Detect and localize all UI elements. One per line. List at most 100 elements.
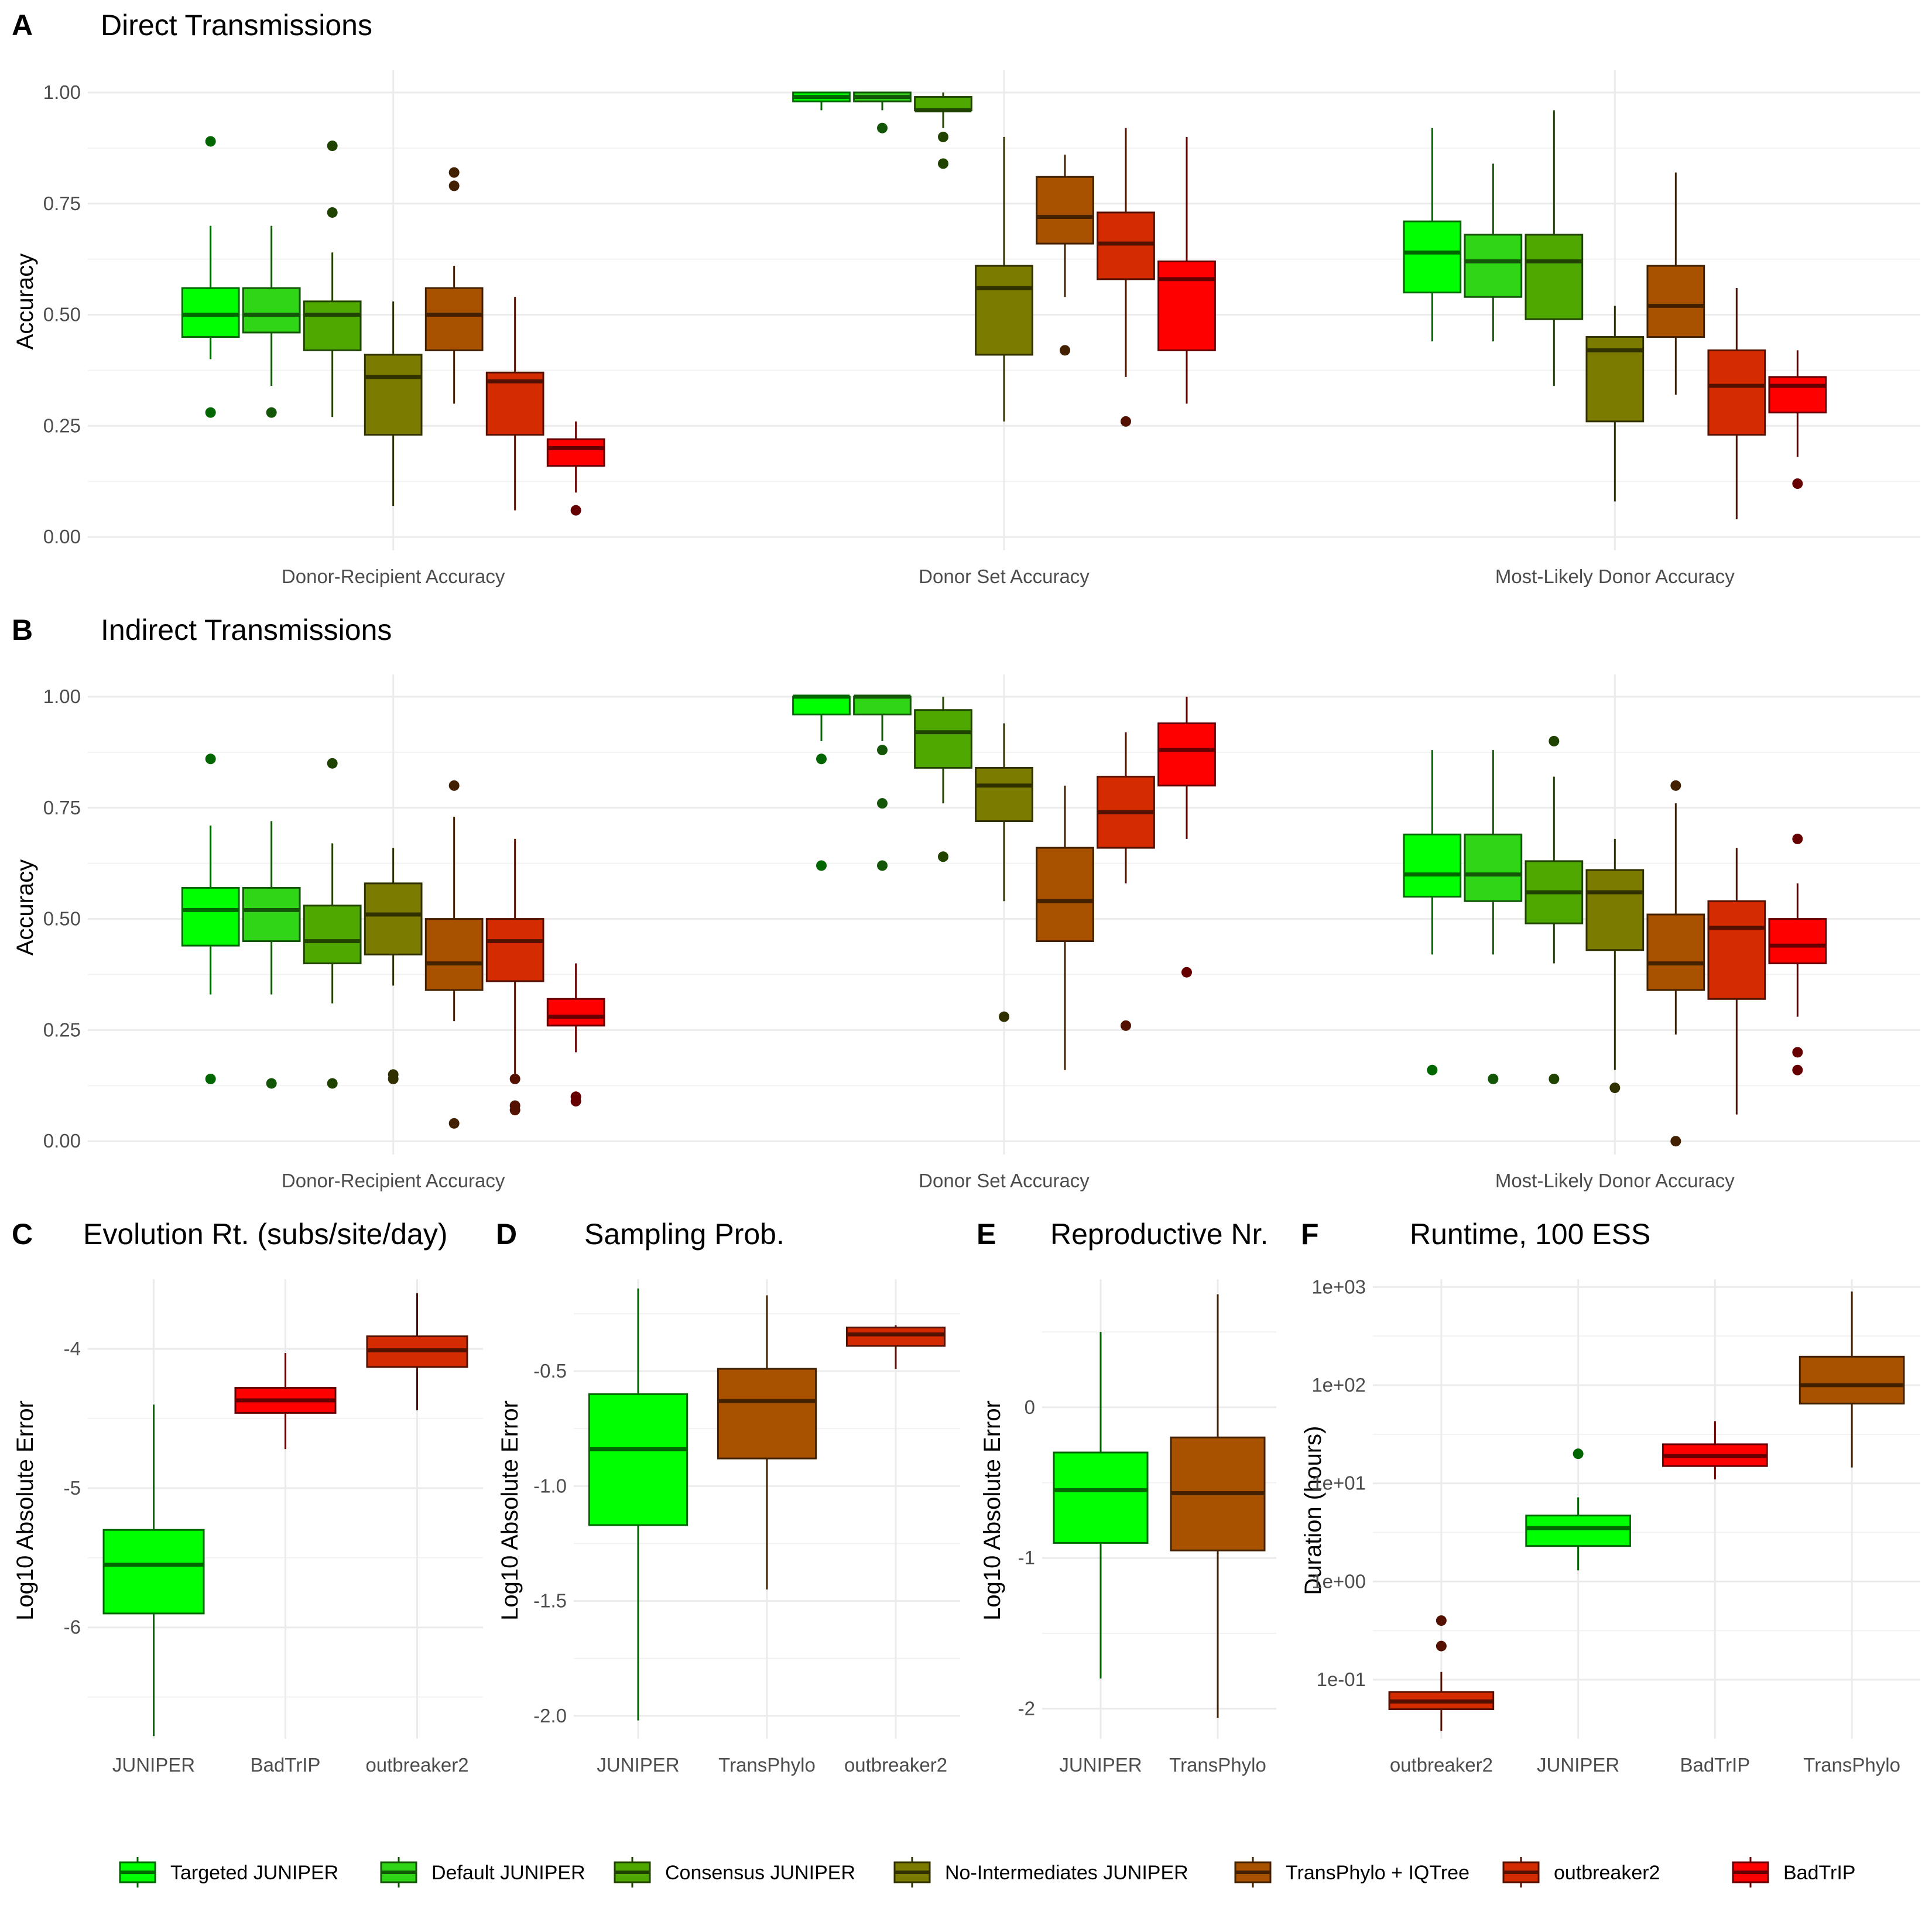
panel-c-badtrip-box-plot [234, 1353, 337, 1450]
legend-label-badtrip: BadTrIP [1783, 1862, 1855, 1884]
panel-b-most-likely-donor-accuracy-outbreaker2-box [1707, 900, 1766, 1000]
panel-a-ytick-label: 1.00 [43, 81, 81, 103]
panel-f-transphylo-box-plot-box [1799, 1355, 1905, 1405]
panel-b-donor-set-accuracy-transphylo-iqtree-box [1036, 847, 1094, 943]
panel-a-donor-set-accuracy-consensus-juniper-outlier-1 [938, 131, 948, 142]
panel-d-xtick-label: JUNIPER [597, 1754, 679, 1776]
panel-a-donor-set-accuracy-outbreaker2-outlier-1 [1121, 416, 1131, 427]
panel-b-donor-set-accuracy-badtrip-box [1157, 722, 1216, 787]
panel-e-transphylo-box-plot [1170, 1294, 1266, 1718]
panel-c: C Evolution Rt. (subs/site/day) Log10 Ab… [12, 1218, 483, 1776]
panel-e-ytick-label: -2 [1018, 1698, 1035, 1719]
panel-b-donor-recipient-accuracy-consensus-juniper-box [303, 905, 362, 965]
panel-b-most-likely-donor-accuracy-outbreaker2 [1707, 848, 1766, 1115]
panel-e-ylabel: Log10 Absolute Error [979, 1400, 1005, 1621]
panel-b-donor-recipient-accuracy-targeted-juniper-outlier-1 [205, 753, 216, 765]
panel-b-most-likely-donor-accuracy-transphylo-iqtree-outlier-1 [1670, 780, 1681, 791]
panel-a-ylabel: Accuracy [12, 254, 38, 350]
panel-b-most-likely-donor-accuracy-no-intermediates-juniper [1585, 838, 1645, 1094]
panel-a-donor-set-accuracy-outbreaker2-box [1097, 211, 1155, 280]
panel-f-ylabel: Duration (hours) [1300, 1426, 1326, 1595]
panel-b-donor-set-accuracy-transphylo-iqtree [1036, 785, 1094, 1070]
panel-d-ytick-label: -1.0 [533, 1475, 567, 1496]
panel-c-ytick-label: -4 [64, 1338, 81, 1359]
panel-b-donor-recipient-accuracy-badtrip [546, 963, 605, 1107]
panel-b-most-likely-donor-accuracy-badtrip [1768, 833, 1827, 1075]
panel-b-ytick-label: 0.00 [43, 1130, 81, 1152]
panel-e-xtick-label: JUNIPER [1059, 1754, 1142, 1776]
legend-key-transphylo-iqtree [1234, 1857, 1272, 1888]
panel-a-donor-recipient-accuracy-default-juniper [242, 225, 301, 418]
panel-a-donor-recipient-accuracy-outbreaker2 [485, 297, 544, 511]
panel-f-ytick-label: 1e+03 [1311, 1276, 1366, 1297]
panel-f-transphylo-box-plot [1799, 1291, 1905, 1468]
panel-a-donor-set-accuracy-default-juniper [853, 91, 912, 133]
panel-b-most-likely-donor-accuracy-badtrip-outlier-3 [1792, 1064, 1803, 1075]
panel-a-donor-recipient-accuracy-consensus-juniper-outlier-1 [327, 141, 338, 152]
panel-a-donor-recipient-accuracy-transphylo-iqtree-outlier-1 [448, 167, 460, 178]
panel-a-donor-recipient-accuracy-consensus-juniper-box [303, 300, 362, 351]
panel-b-donor-recipient-accuracy-outbreaker2-outlier-1 [509, 1073, 520, 1084]
legend-label-default-juniper: Default JUNIPER [431, 1862, 585, 1884]
panel-a-ytick-label: 0.75 [43, 193, 81, 214]
panel-f-xtick-label: TransPhylo [1803, 1754, 1900, 1776]
panel-b-xtick-label: Most-Likely Donor Accuracy [1495, 1170, 1735, 1191]
panel-b-most-likely-donor-accuracy-targeted-juniper [1403, 750, 1462, 1075]
panel-a-donor-recipient-accuracy-badtrip [546, 421, 605, 516]
panel-c-outbreaker2-box-plot [366, 1293, 468, 1410]
panel-b-most-likely-donor-accuracy-transphylo-iqtree-box [1646, 913, 1705, 991]
panel-b-donor-recipient-accuracy-targeted-juniper [181, 753, 240, 1084]
panel-b-donor-recipient-accuracy-transphylo-iqtree-outlier-2 [448, 1118, 460, 1129]
panel-b-letter: B [12, 614, 33, 646]
panel-a-donor-recipient-accuracy-no-intermediates-juniper-box [364, 354, 423, 436]
panel-a-most-likely-donor-accuracy-default-juniper-box [1464, 234, 1523, 298]
panel-a-most-likely-donor-accuracy-consensus-juniper [1525, 110, 1584, 386]
panel-a-donor-recipient-accuracy-consensus-juniper-outlier-2 [327, 207, 338, 218]
panel-a-letter: A [12, 9, 33, 42]
panel-d-xtick-label: outbreaker2 [844, 1754, 947, 1776]
panel-a-donor-recipient-accuracy-targeted-juniper [181, 136, 240, 418]
panel-a-ytick-label: 0.25 [43, 415, 81, 436]
panel-c-title: Evolution Rt. (subs/site/day) [83, 1218, 448, 1251]
panel-e-title: Reproductive Nr. [1050, 1218, 1268, 1251]
panel-b-most-likely-donor-accuracy-targeted-juniper-outlier-1 [1427, 1064, 1438, 1075]
panel-b-donor-recipient-accuracy-default-juniper-box [242, 886, 301, 943]
panel-f-xtick-label: BadTrIP [1680, 1754, 1750, 1776]
panel-a-donor-recipient-accuracy-default-juniper-box [242, 287, 301, 334]
panel-f-ytick-label: 1e+01 [1311, 1472, 1366, 1494]
panel-d: D Sampling Prob. Log10 Absolute Error -2… [496, 1218, 960, 1776]
panel-a-xtick-label: Donor Set Accuracy [919, 566, 1090, 587]
panel-d-ytick-label: -1.5 [533, 1590, 567, 1612]
panel-c-ylabel: Log10 Absolute Error [12, 1400, 38, 1621]
panel-a-donor-recipient-accuracy-transphylo-iqtree-outlier-2 [448, 180, 460, 191]
panel-a-most-likely-donor-accuracy-badtrip-box [1768, 376, 1827, 414]
panel-b-donor-set-accuracy-outbreaker2 [1097, 732, 1155, 1031]
panel-b-most-likely-donor-accuracy-badtrip-outlier-1 [1792, 833, 1803, 844]
legend-key-no-intermediates-juniper [893, 1857, 931, 1888]
panel-d-juniper-box-plot-box [588, 1393, 688, 1526]
panel-e: E Reproductive Nr. Log10 Absolute Error … [977, 1218, 1276, 1776]
panel-b-ytick-label: 1.00 [43, 686, 81, 707]
panel-c-letter: C [12, 1218, 33, 1251]
panel-c-ytick-label: -6 [64, 1616, 81, 1638]
panel-a-donor-set-accuracy-targeted-juniper [792, 91, 851, 111]
panel-b-donor-recipient-accuracy-badtrip-outlier-2 [570, 1095, 581, 1107]
panel-c-juniper-box-plot [102, 1405, 205, 1736]
panel-b-most-likely-donor-accuracy-transphylo-iqtree-outlier-2 [1670, 1136, 1681, 1147]
panel-c-ytick-label: -5 [64, 1477, 81, 1499]
panel-b-ytick-label: 0.25 [43, 1019, 81, 1040]
panel-b-donor-recipient-accuracy-transphylo-iqtree-box [424, 918, 484, 991]
legend-key-outbreaker2 [1502, 1857, 1540, 1888]
panel-f-letter: F [1301, 1218, 1319, 1251]
panel-e-juniper-box-plot [1053, 1332, 1149, 1679]
panel-b-most-likely-donor-accuracy-transphylo-iqtree [1646, 780, 1705, 1147]
panel-d-ytick-label: -2.0 [533, 1705, 567, 1727]
panel-b-donor-set-accuracy-badtrip [1157, 696, 1216, 978]
legend-label-consensus-juniper: Consensus JUNIPER [665, 1862, 855, 1884]
panel-c-juniper-box-plot-box [102, 1529, 205, 1615]
panel-b-ytick-label: 0.75 [43, 797, 81, 818]
panel-b-donor-set-accuracy-targeted-juniper-box [792, 696, 851, 715]
panel-b-donor-recipient-accuracy-transphylo-iqtree [424, 780, 484, 1129]
panel-a-most-likely-donor-accuracy-badtrip [1768, 350, 1827, 489]
panel-a-donor-set-accuracy-no-intermediates-juniper-box [975, 265, 1033, 356]
